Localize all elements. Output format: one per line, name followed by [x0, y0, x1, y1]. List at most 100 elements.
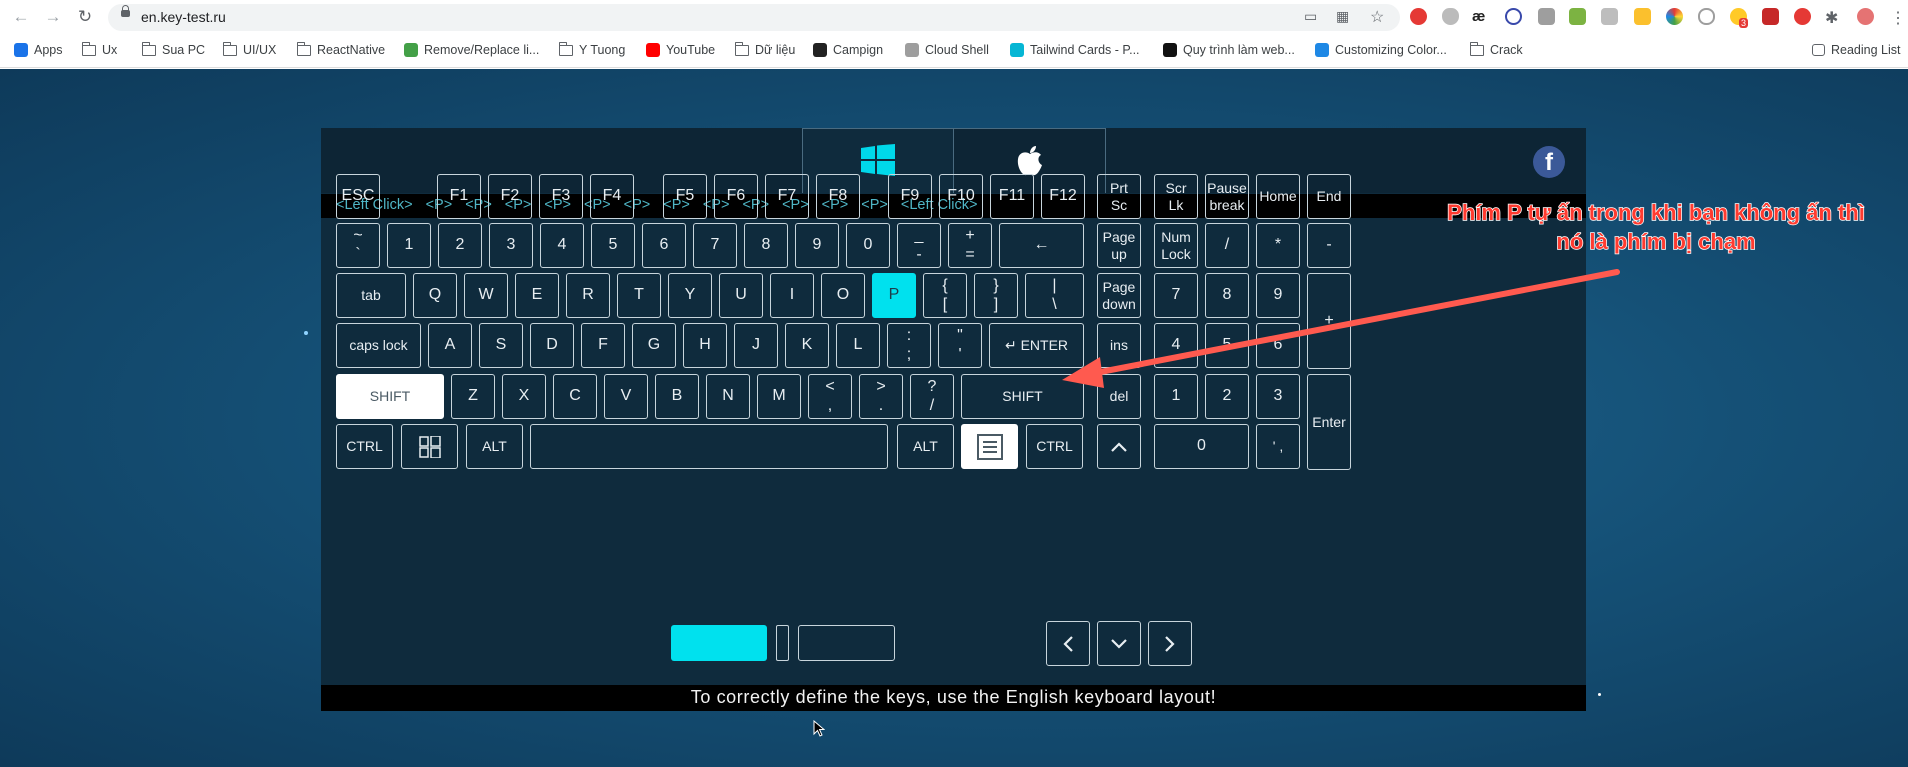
bookmark-item[interactable]: Campign [813, 40, 883, 60]
cast-icon[interactable]: ▭ [1304, 8, 1317, 25]
s-square-extension-icon[interactable] [1762, 8, 1779, 25]
apps-grid-icon [14, 43, 28, 57]
bookmark-item[interactable]: Customizing Color... [1315, 40, 1447, 60]
bookmark-label: Ux [102, 43, 118, 57]
folder-icon [141, 41, 156, 56]
cloud-shell-icon [905, 43, 919, 57]
key-label: Lk [1168, 196, 1184, 213]
facebook-icon[interactable]: f [1533, 146, 1565, 178]
puzzle-extensions-icon[interactable]: ✱ [1825, 8, 1842, 27]
key-label: F8 [828, 187, 848, 205]
key-label: F [598, 336, 608, 354]
key-c: C [553, 374, 597, 419]
key-2: 2 [438, 223, 482, 268]
key-label: Q [428, 286, 442, 304]
back-icon[interactable]: ← [10, 6, 32, 28]
key-label: ← [1033, 236, 1050, 254]
bookmark-item[interactable]: Y Tuong [558, 40, 625, 60]
reload-icon[interactable]: ↻ [74, 6, 96, 28]
c-extension-icon[interactable] [1601, 8, 1618, 25]
color-wheel-extension-icon[interactable] [1666, 8, 1683, 25]
key-v: V [604, 374, 648, 419]
key-end: End [1307, 174, 1351, 219]
key-label: } [993, 276, 999, 294]
bookmark-item[interactable]: YouTube [646, 40, 715, 60]
bookmark-item[interactable]: Ux [81, 40, 118, 60]
arrow-right-icon [1165, 635, 1175, 652]
folder-icon [1469, 41, 1484, 56]
bookmark-label: Crack [1490, 43, 1523, 57]
bookmark-item[interactable]: Tailwind Cards - P... [1010, 40, 1140, 60]
bookmark-item[interactable]: Remove/Replace li... [404, 40, 539, 60]
bookmark-item[interactable]: Dữ liệu [734, 40, 795, 60]
context-menu-icon [976, 433, 1003, 460]
extension-s-icon[interactable] [1410, 8, 1427, 25]
bookmark-item[interactable]: Crack [1469, 40, 1523, 60]
key-label: F11 [998, 187, 1026, 205]
key-enter: ↵ ENTER [989, 323, 1084, 368]
key-label: / [1224, 236, 1230, 254]
bookmark-item[interactable]: ReactNative [296, 40, 385, 60]
key-up [1097, 424, 1141, 469]
key-j: J [734, 323, 778, 368]
key-label: Prt [1110, 179, 1128, 196]
key-np9: 9 [1256, 273, 1300, 318]
folder-icon [558, 41, 573, 56]
key-space [530, 424, 888, 469]
key-label: U [735, 286, 747, 304]
bookmark-item[interactable]: Quy trình làm web... [1163, 40, 1295, 60]
camera-extension-icon[interactable] [1538, 8, 1555, 25]
forward-icon[interactable]: → [42, 6, 64, 28]
ring-extension-icon[interactable] [1698, 8, 1715, 25]
bookmark-item[interactable]: Apps [14, 40, 63, 60]
key-l: L [836, 323, 880, 368]
key-label: tab [361, 287, 381, 304]
key-label: J [752, 336, 760, 354]
key-label: N [722, 387, 734, 405]
key-npenter: Enter [1307, 374, 1351, 470]
address-bar[interactable]: en.key-test.ru ▭ ▦ ☆ [108, 4, 1400, 31]
bookmark-item[interactable]: Cloud Shell [905, 40, 989, 60]
key-label: - [916, 245, 922, 263]
menu-kebab-icon[interactable]: ⋮ [1890, 8, 1906, 27]
profile-avatar[interactable] [1857, 8, 1874, 25]
ae-extension-icon[interactable]: æ [1472, 8, 1489, 25]
key-h: H [683, 323, 727, 368]
key-label: G [647, 336, 661, 354]
windows-key-icon [418, 435, 441, 458]
bookmark-item[interactable]: UI/UX [222, 40, 277, 60]
bookmark-label: Cloud Shell [925, 43, 989, 57]
key-label: M [772, 387, 786, 405]
bookmark-star-icon[interactable]: ☆ [1370, 7, 1384, 27]
reading-list[interactable]: Reading List [1812, 40, 1901, 60]
shield-extension-icon[interactable] [1442, 8, 1459, 25]
bookmark-label: UI/UX [243, 43, 277, 57]
key-label: 3 [1273, 387, 1283, 405]
key-lctrl: CTRL [336, 424, 393, 469]
key-label: 4 [557, 236, 567, 254]
keyboard-tester: f <Left Click> <P> <P> <P> <P> <P> <P> <P> <P> <P… [321, 128, 1586, 711]
key-label: 2 [1222, 387, 1232, 405]
windows-icon [861, 144, 895, 176]
grid-extension-icon[interactable] [1569, 8, 1586, 25]
key-f12: F12 [1041, 174, 1085, 219]
stop-extension-icon[interactable] [1794, 8, 1811, 25]
key-y: Y [668, 273, 712, 318]
star-dot [304, 331, 308, 335]
bookmark-item[interactable]: Sua PC [141, 40, 205, 60]
url-text: en.key-test.ru [141, 9, 226, 25]
key-rbr: }] [974, 273, 1018, 318]
key-label: Page [1102, 228, 1136, 245]
key-label: ? [927, 377, 937, 395]
key-x: X [502, 374, 546, 419]
key-comma: <, [808, 374, 852, 419]
key-label: I [789, 286, 795, 304]
key-f7: F7 [765, 174, 809, 219]
hand-extension-icon[interactable] [1634, 8, 1651, 25]
qr-icon[interactable]: ▦ [1336, 8, 1349, 25]
key-label: 0 [863, 236, 873, 254]
key-label: Pause [1207, 179, 1247, 196]
block-extension-icon[interactable] [1505, 8, 1522, 25]
key-label: Lock [1161, 245, 1191, 262]
arrow-left-icon [1063, 635, 1073, 652]
